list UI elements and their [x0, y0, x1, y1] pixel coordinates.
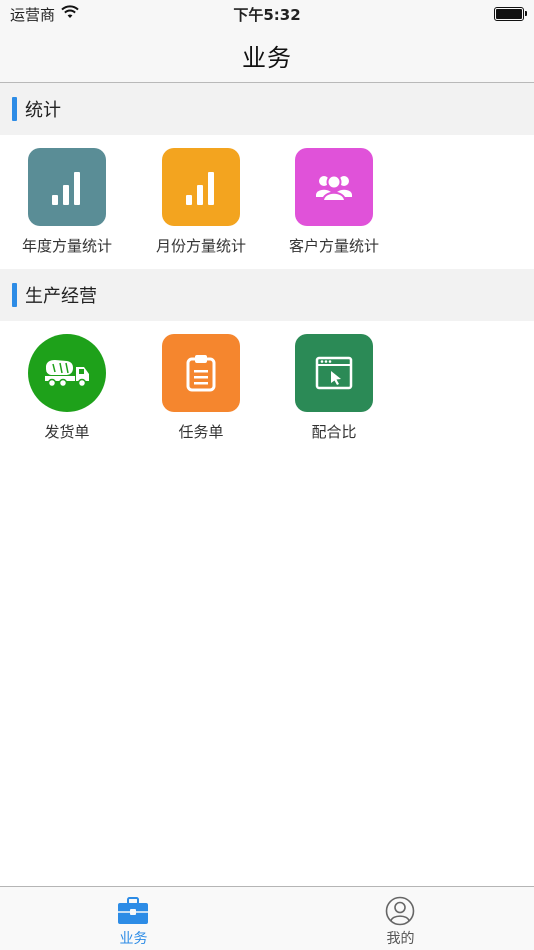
- page-title: 业务: [242, 43, 292, 72]
- tile-annual-volume-stats[interactable]: 年度方量统计: [0, 135, 134, 269]
- browser-window-cursor-icon: [315, 356, 353, 390]
- tile-label: 客户方量统计: [288, 237, 379, 255]
- tile-icon-bg: [295, 148, 373, 226]
- tile-icon-bg: [162, 148, 240, 226]
- concrete-mixer-truck-icon: [45, 360, 89, 388]
- section-header-statistics: 统计: [0, 83, 534, 135]
- section-accent-bar: [12, 283, 17, 307]
- status-time: 下午5:32: [233, 5, 301, 24]
- status-bar: 运营商 下午5:32: [0, 0, 534, 28]
- briefcase-icon: [116, 896, 150, 926]
- tile-icon-bg: [28, 334, 106, 412]
- status-left: 运营商: [10, 4, 79, 25]
- tab-bar: 业务 我的: [0, 886, 534, 950]
- wifi-icon: [61, 5, 79, 23]
- tab-mine[interactable]: 我的: [267, 887, 534, 950]
- bar-chart-icon: [186, 172, 214, 205]
- bar-chart-icon: [52, 172, 80, 205]
- tile-label: 月份方量统计: [155, 237, 246, 255]
- tab-label: 业务: [119, 931, 148, 947]
- production-grid: 发货单 任务单 配合比: [0, 321, 534, 455]
- tile-label: 任务单: [178, 423, 224, 441]
- users-group-icon: [316, 174, 352, 202]
- tile-label: 发货单: [44, 423, 90, 441]
- navigation-bar: 业务: [0, 28, 534, 83]
- section-title: 生产经营: [25, 286, 97, 307]
- tile-icon-bg: [162, 334, 240, 412]
- tile-label: 年度方量统计: [21, 237, 112, 255]
- tile-icon-bg: [28, 148, 106, 226]
- tile-delivery-order[interactable]: 发货单: [0, 321, 134, 455]
- tab-business[interactable]: 业务: [0, 887, 267, 950]
- tile-monthly-volume-stats[interactable]: 月份方量统计: [134, 135, 268, 269]
- user-circle-icon: [383, 896, 417, 926]
- tile-mix-ratio[interactable]: 配合比: [267, 321, 401, 455]
- carrier-label: 运营商: [10, 5, 56, 24]
- section-header-production: 生产经营: [0, 269, 534, 321]
- tile-task-order[interactable]: 任务单: [134, 321, 268, 455]
- battery-icon: [494, 7, 527, 21]
- clipboard-icon: [186, 355, 216, 392]
- tile-customer-volume-stats[interactable]: 客户方量统计: [267, 135, 401, 269]
- app-screen: 运营商 下午5:32 业务 统计 年度方量统计 月份方量统计 客户方量统计 生产…: [0, 0, 534, 950]
- section-accent-bar: [12, 97, 17, 121]
- section-title: 统计: [25, 100, 61, 121]
- tab-label: 我的: [386, 931, 415, 947]
- tile-label: 配合比: [311, 423, 357, 441]
- statistics-grid: 年度方量统计 月份方量统计 客户方量统计: [0, 135, 534, 269]
- tile-icon-bg: [295, 334, 373, 412]
